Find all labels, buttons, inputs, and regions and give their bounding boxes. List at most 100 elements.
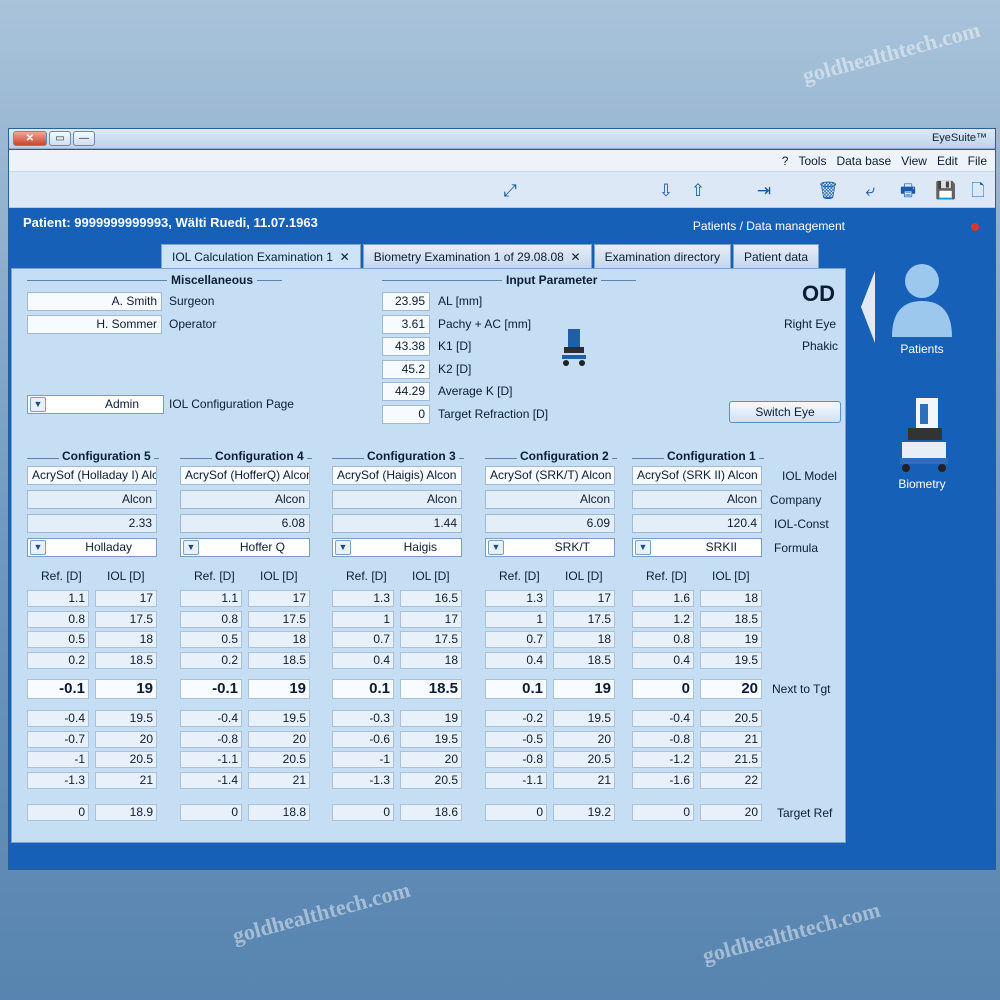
next-to-target-label: Next to Tgt xyxy=(772,682,831,696)
iol-model-field[interactable]: AcrySof (Haigis) Alcon xyxy=(332,466,462,485)
window-title: EyeSuite™ xyxy=(931,132,987,144)
app-window: ✕ ▭ — EyeSuite™ ? Tools Data base View E… xyxy=(8,128,996,870)
iol-model-field[interactable]: AcrySof (Holladay I) Alcon xyxy=(27,466,157,485)
iol-power-cell: 18.5 xyxy=(95,651,157,669)
iol-power-cell: 19 xyxy=(700,631,762,648)
close-tab-icon[interactable]: ✕ xyxy=(571,250,581,264)
refraction-cell: 0.5 xyxy=(180,631,242,648)
minimize-window-button[interactable]: — xyxy=(73,131,95,146)
iol-power-cell: 19 xyxy=(400,710,462,727)
iol-model-field[interactable]: AcrySof (SRK/T) Alcon xyxy=(485,466,615,485)
refraction-cell: -1.3 xyxy=(332,771,394,789)
menu-tools[interactable]: Tools xyxy=(798,154,826,168)
formula-select[interactable]: ▼ SRKII xyxy=(632,538,762,557)
tab-biometry-examination[interactable]: Biometry Examination 1 of 29.08.08 ✕ xyxy=(362,244,592,268)
sidebar-item-patients[interactable]: Patients xyxy=(877,259,967,356)
delete-icon[interactable]: 🗑 xyxy=(817,180,839,202)
target-refraction-cell: 0 xyxy=(332,804,394,821)
formula-select[interactable]: ▼ Haigis xyxy=(332,538,462,557)
refraction-cell: 0.2 xyxy=(27,651,89,669)
menu-edit[interactable]: Edit xyxy=(937,154,958,168)
active-arrow-icon xyxy=(861,271,875,343)
target-iol-power-cell: 20 xyxy=(700,804,762,821)
refraction-cell: 0.8 xyxy=(180,610,242,628)
config-page-select[interactable]: ▼ Admin xyxy=(27,395,164,414)
switch-eye-button[interactable]: Switch Eye xyxy=(729,401,841,423)
iol-const-field: 1.44 xyxy=(332,514,462,533)
download-icon[interactable]: ⇩ xyxy=(655,180,677,202)
menu-database[interactable]: Data base xyxy=(836,154,891,168)
next-refraction-cell: 0 xyxy=(632,679,694,699)
input-parameter-field[interactable]: 0 xyxy=(382,404,430,424)
iol-power-cell: 17.5 xyxy=(553,610,615,628)
refraction-cell: -1 xyxy=(332,751,394,768)
ref-column-header: Ref. [D] xyxy=(346,569,387,583)
status-indicator xyxy=(971,223,979,231)
surgeon-field[interactable]: A. Smith xyxy=(27,292,162,311)
iol-model-field[interactable]: AcrySof (HofferQ) Alcon xyxy=(180,466,310,485)
refraction-cell: -1.6 xyxy=(632,771,694,789)
refraction-cell: -0.8 xyxy=(632,730,694,748)
iol-model-field[interactable]: AcrySof (SRK II) Alcon xyxy=(632,466,762,485)
iol-const-field: 120.4 xyxy=(632,514,762,533)
formula-select[interactable]: ▼ SRK/T xyxy=(485,538,615,557)
print-icon[interactable]: 🖶 xyxy=(897,180,919,202)
menu-tools-help[interactable]: ? xyxy=(782,154,789,168)
input-parameter-field: 43.38 xyxy=(382,337,430,356)
target-iol-power-cell: 18.8 xyxy=(248,804,310,821)
target-refraction-cell: 0 xyxy=(180,804,242,821)
merge-icon[interactable]: ⤶ xyxy=(859,180,881,202)
menu-view[interactable]: View xyxy=(901,154,927,168)
iol-column-header: IOL [D] xyxy=(412,569,450,583)
title-bar: ✕ ▭ — EyeSuite™ xyxy=(9,129,995,149)
operator-field[interactable]: H. Sommer xyxy=(27,315,162,334)
iol-power-cell: 17 xyxy=(400,610,462,628)
refraction-cell: 1.1 xyxy=(180,590,242,607)
iol-power-cell: 20.5 xyxy=(400,771,462,789)
next-iol-power-cell: 18.5 xyxy=(400,679,462,699)
refraction-cell: 1 xyxy=(332,610,394,628)
operator-label: Operator xyxy=(169,317,217,331)
new-document-icon[interactable]: 🗋 xyxy=(967,180,989,202)
tab-iol-calculation[interactable]: IOL Calculation Examination 1 ✕ xyxy=(161,244,361,268)
watermark: goldhealthtech.com xyxy=(229,876,413,949)
export-icon[interactable]: ⇥ xyxy=(753,180,775,202)
iol-const-field: 6.08 xyxy=(180,514,310,533)
configuration-title: Configuration 3 xyxy=(364,449,459,463)
configuration-title: Configuration 4 xyxy=(212,449,307,463)
refraction-cell: -0.6 xyxy=(332,730,394,748)
save-icon[interactable]: 💾 xyxy=(935,180,957,202)
maximize-window-button[interactable]: ▭ xyxy=(49,131,71,146)
tab-examination-directory[interactable]: Examination directory xyxy=(593,244,731,268)
fullscreen-icon[interactable]: ⤢ xyxy=(499,180,521,202)
menu-bar: ? Tools Data base View Edit File xyxy=(9,150,995,172)
refraction-cell: -0.7 xyxy=(27,730,89,748)
input-parameter-label: K1 [D] xyxy=(438,339,472,353)
refraction-cell: 1.3 xyxy=(485,590,547,607)
refraction-cell: 0.7 xyxy=(485,631,547,648)
sidebar-item-biometry[interactable]: Biometry xyxy=(877,394,967,491)
configuration-title: Configuration 2 xyxy=(517,449,612,463)
target-refraction-cell: 0 xyxy=(632,804,694,821)
formula-select[interactable]: ▼ Holladay xyxy=(27,538,157,557)
formula-select[interactable]: ▼ Hoffer Q xyxy=(180,538,310,557)
menu-file[interactable]: File xyxy=(968,154,987,168)
iol-power-cell: 20.5 xyxy=(95,751,157,768)
refraction-cell: -0.8 xyxy=(180,730,242,748)
next-refraction-cell: 0.1 xyxy=(485,679,547,699)
refraction-cell: 1.2 xyxy=(632,610,694,628)
patient-info: Patient: 9999999999993, Wälti Ruedi, 11.… xyxy=(23,215,318,230)
ref-column-header: Ref. [D] xyxy=(194,569,235,583)
close-tab-icon[interactable]: ✕ xyxy=(340,250,350,264)
surgeon-label: Surgeon xyxy=(169,294,215,308)
iol-power-cell: 18.5 xyxy=(553,651,615,669)
tab-patient-data[interactable]: Patient data xyxy=(732,244,820,268)
input-parameter-label: Target Refraction [D] xyxy=(438,406,549,421)
iol-power-cell: 18.5 xyxy=(700,610,762,628)
biometer-icon xyxy=(900,398,948,472)
upload-icon[interactable]: ⇧ xyxy=(687,180,709,202)
input-parameter-field: 44.29 xyxy=(382,382,430,401)
close-window-button[interactable]: ✕ xyxy=(13,131,47,146)
iol-power-cell: 18 xyxy=(553,631,615,648)
iol-column-header: IOL [D] xyxy=(712,569,750,583)
